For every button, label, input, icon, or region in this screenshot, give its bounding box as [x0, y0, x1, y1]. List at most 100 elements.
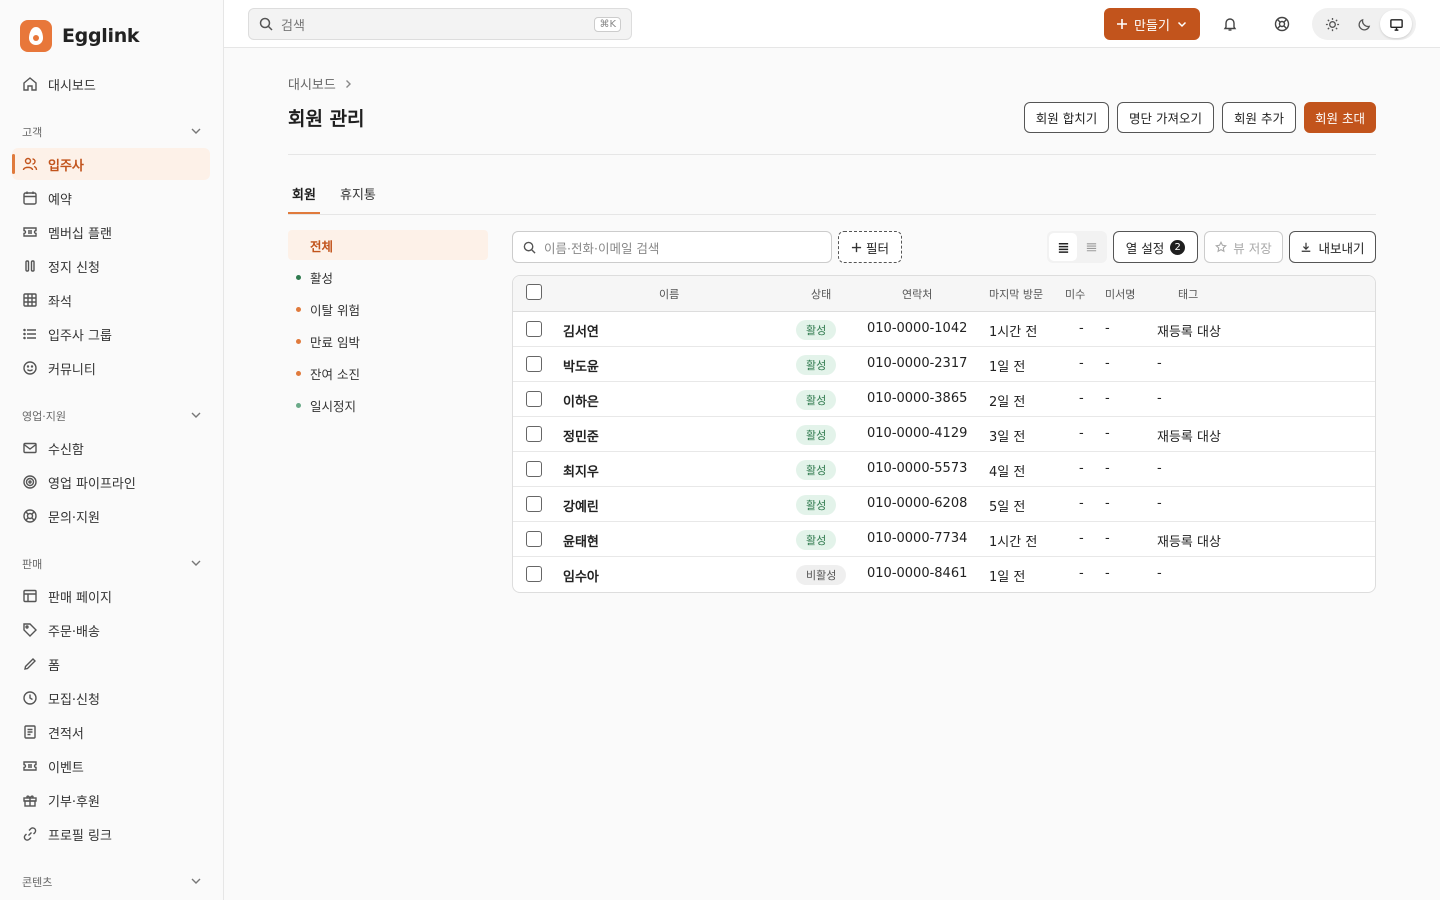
column-header-tags[interactable]: 태그 — [1178, 286, 1198, 302]
section-customers[interactable]: 고객 — [22, 124, 202, 140]
row-checkbox[interactable] — [526, 531, 542, 547]
member-name[interactable]: 임수아 — [563, 566, 599, 585]
column-header-unpaid[interactable]: 미수 — [1065, 286, 1085, 302]
row-checkbox[interactable] — [526, 426, 542, 442]
tag-value: - — [1157, 496, 1162, 511]
moon-icon[interactable] — [1348, 10, 1380, 38]
column-header-unsigned[interactable]: 미서명 — [1105, 286, 1135, 302]
page-title: 회원 관리 — [288, 108, 365, 130]
list-view-icon[interactable] — [1049, 233, 1077, 261]
member-name[interactable]: 윤태현 — [563, 531, 599, 550]
members-table: 이름 상태 연락처 마지막 방문 미수 미서명 태그 김서연 활성 010-0000… — [512, 275, 1376, 593]
row-checkbox[interactable] — [526, 496, 542, 512]
column-settings-button[interactable]: 열 설정 2 — [1113, 231, 1198, 263]
phone-number: 010-0000-3865 — [867, 391, 968, 406]
sidebar-item-tenants[interactable]: 입주사 — [12, 148, 210, 180]
segment-active[interactable]: 활성 — [288, 262, 488, 292]
sidebar-item-donations[interactable]: 기부·후원 — [12, 784, 210, 816]
sidebar-item-community[interactable]: 커뮤니티 — [12, 352, 210, 384]
table-row[interactable]: 정민준 활성 010-0000-4129 3일 전 - - 재등록 대상 — [513, 417, 1375, 452]
column-header-status[interactable]: 상태 — [811, 286, 831, 302]
status-badge: 비활성 — [796, 565, 847, 585]
row-checkbox[interactable] — [526, 461, 542, 477]
target-icon — [22, 474, 38, 490]
unsigned-value: - — [1105, 531, 1110, 546]
phone-number: 010-0000-5573 — [867, 461, 968, 476]
sidebar-item-quotes[interactable]: 견적서 — [12, 716, 210, 748]
unpaid-value: - — [1079, 496, 1084, 511]
status-dot — [296, 339, 301, 344]
global-search-input[interactable]: 검색 ⌘K — [248, 8, 632, 40]
member-name[interactable]: 이하은 — [563, 391, 599, 410]
member-name[interactable]: 박도윤 — [563, 356, 599, 375]
sidebar-item-suspension-requests[interactable]: 정지 신청 — [12, 250, 210, 282]
topbar: 검색 ⌘K 만들기 — [224, 0, 1440, 48]
select-all-checkbox[interactable] — [526, 284, 542, 300]
last-visit: 2일 전 — [989, 395, 1026, 410]
table-row[interactable]: 이하은 활성 010-0000-3865 2일 전 - - - — [513, 382, 1375, 417]
brand[interactable]: Egglink — [20, 20, 140, 52]
export-button[interactable]: 내보내기 — [1289, 231, 1376, 263]
sun-icon[interactable] — [1316, 10, 1348, 38]
sidebar-item-inquiry-support[interactable]: 문의·지원 — [12, 500, 210, 532]
table-row[interactable]: 강예린 활성 010-0000-6208 5일 전 - - - — [513, 487, 1375, 522]
member-name[interactable]: 김서연 — [563, 321, 599, 340]
save-view-button[interactable]: 뷰 저장 — [1204, 231, 1283, 263]
sidebar-item-reservations[interactable]: 예약 — [12, 182, 210, 214]
status-dot — [296, 307, 301, 312]
sidebar-item-dashboard[interactable]: 대시보드 — [12, 68, 210, 100]
member-search-input[interactable]: 이름·전화·이메일 검색 — [512, 231, 832, 263]
table-row[interactable]: 박도윤 활성 010-0000-2317 1일 전 - - - — [513, 347, 1375, 382]
create-button[interactable]: 만들기 — [1104, 8, 1200, 40]
unpaid-value: - — [1079, 566, 1084, 581]
invite-member-button[interactable]: 회원 초대 — [1304, 102, 1376, 133]
sidebar-item-recruitment[interactable]: 모집·신청 — [12, 682, 210, 714]
section-content[interactable]: 콘텐츠 — [22, 874, 202, 890]
sidebar-item-forms[interactable]: 폼 — [12, 648, 210, 680]
sidebar-item-profile-links[interactable]: 프로필 링크 — [12, 818, 210, 850]
add-member-button[interactable]: 회원 추가 — [1222, 102, 1296, 133]
sidebar-item-sales-pages[interactable]: 판매 페이지 — [12, 580, 210, 612]
segment-paused[interactable]: 일시정지 — [288, 390, 488, 420]
row-checkbox[interactable] — [526, 566, 542, 582]
status-badge: 활성 — [796, 495, 837, 515]
table-row[interactable]: 윤태현 활성 010-0000-7734 1시간 전 - - 재등록 대상 — [513, 522, 1375, 557]
sidebar-item-events[interactable]: 이벤트 — [12, 750, 210, 782]
section-sales[interactable]: 판매 — [22, 556, 202, 572]
member-name[interactable]: 강예린 — [563, 496, 599, 515]
sidebar-item-orders-shipping[interactable]: 주문·배송 — [12, 614, 210, 646]
row-checkbox[interactable] — [526, 356, 542, 372]
merge-members-button[interactable]: 회원 합치기 — [1024, 102, 1109, 133]
column-header-name[interactable]: 이름 — [659, 286, 679, 302]
section-sales-support[interactable]: 영업·지원 — [22, 408, 202, 424]
column-header-last-visit[interactable]: 마지막 방문 — [989, 286, 1043, 302]
segment-churn-risk[interactable]: 이탈 위험 — [288, 294, 488, 324]
table-row[interactable]: 최지우 활성 010-0000-5573 4일 전 - - - — [513, 452, 1375, 487]
segment-depleted[interactable]: 잔여 소진 — [288, 358, 488, 388]
member-name[interactable]: 정민준 — [563, 426, 599, 445]
breadcrumb-link[interactable]: 대시보드 — [288, 74, 336, 93]
sidebar-item-membership-plans[interactable]: 멤버십 플랜 — [12, 216, 210, 248]
sidebar-item-seats[interactable]: 좌석 — [12, 284, 210, 316]
column-header-contact[interactable]: 연락처 — [902, 286, 932, 302]
sidebar-item-sales-pipeline[interactable]: 영업 파이프라인 — [12, 466, 210, 498]
table-row[interactable]: 임수아 비활성 010-0000-8461 1일 전 - - - — [513, 557, 1375, 592]
compact-view-icon[interactable] — [1077, 233, 1105, 261]
member-name[interactable]: 최지우 — [563, 461, 599, 480]
sidebar-item-inbox[interactable]: 수신함 — [12, 432, 210, 464]
table-row[interactable]: 김서연 활성 010-0000-1042 1시간 전 - - 재등록 대상 — [513, 312, 1375, 347]
tab-trash[interactable]: 휴지통 — [340, 184, 376, 214]
chevron-down-icon — [190, 557, 202, 572]
row-checkbox[interactable] — [526, 391, 542, 407]
monitor-icon[interactable] — [1380, 10, 1412, 38]
sidebar-item-tenant-groups[interactable]: 입주사 그룹 — [12, 318, 210, 350]
row-checkbox[interactable] — [526, 321, 542, 337]
segment-all[interactable]: 전체 — [288, 230, 488, 260]
help-icon[interactable] — [1270, 12, 1294, 36]
import-list-button[interactable]: 명단 가져오기 — [1117, 102, 1214, 133]
filter-button[interactable]: 필터 — [838, 231, 902, 263]
tab-members[interactable]: 회원 — [292, 184, 316, 214]
last-visit: 1시간 전 — [989, 535, 1038, 550]
segment-expiring[interactable]: 만료 임박 — [288, 326, 488, 356]
bell-icon[interactable] — [1218, 12, 1242, 36]
